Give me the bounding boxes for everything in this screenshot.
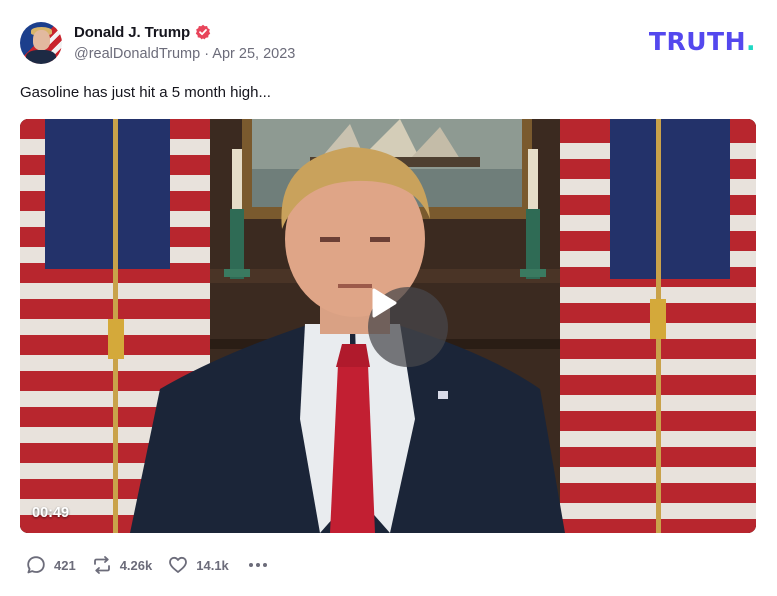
truth-post: Donald J. Trump @realDonaldTrump · Apr 2…	[0, 0, 777, 596]
post-text: Gasoline has just hit a 5 month high...	[20, 84, 271, 101]
author-name-row: Donald J. Trump	[74, 22, 211, 42]
truth-logo[interactable]: TRUTH.	[649, 27, 756, 57]
retruth-count: 4.26k	[119, 557, 153, 573]
reply-button[interactable]: 421	[26, 555, 76, 575]
heart-icon	[169, 556, 188, 573]
more-options-button[interactable]	[245, 563, 271, 567]
author-avatar[interactable]	[20, 22, 62, 64]
reply-icon	[27, 556, 45, 574]
like-button[interactable]: 14.1k	[168, 555, 229, 575]
more-dots-icon	[248, 563, 253, 567]
post-actions: 421 4.26k 14.1k	[26, 554, 271, 576]
play-button[interactable]	[368, 287, 448, 367]
play-icon	[372, 288, 397, 318]
like-count: 14.1k	[196, 557, 229, 573]
retruth-icon	[93, 556, 110, 574]
logo-text: TRUTH	[648, 27, 746, 56]
author-handle[interactable]: @realDonaldTrump	[74, 46, 200, 62]
author-meta: @realDonaldTrump · Apr 25, 2023	[74, 46, 295, 62]
video-duration: 00:49	[32, 505, 70, 521]
reply-count: 421	[54, 557, 76, 573]
author-display-name[interactable]: Donald J. Trump	[74, 24, 190, 41]
post-date[interactable]: Apr 25, 2023	[212, 46, 295, 62]
retruth-button[interactable]: 4.26k	[92, 555, 153, 575]
video-player[interactable]: 00:49	[20, 119, 756, 533]
logo-dot: .	[746, 27, 756, 56]
verified-badge-icon	[195, 24, 211, 40]
